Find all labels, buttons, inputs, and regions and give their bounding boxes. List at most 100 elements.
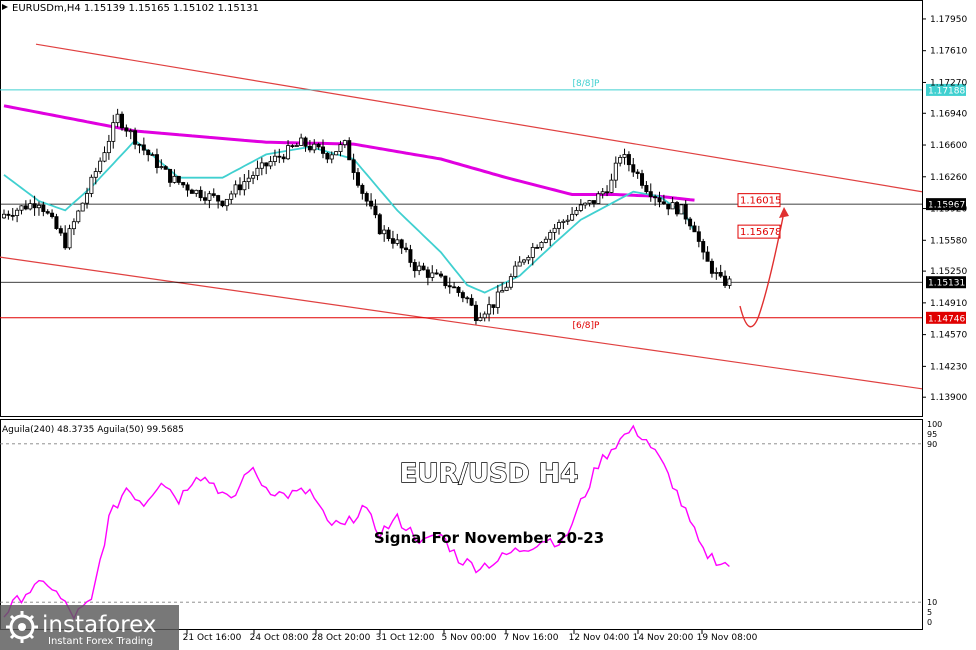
candle-body: [351, 159, 356, 173]
candle-body: [421, 265, 426, 271]
brand-tagline: Instant Forex Trading: [48, 636, 153, 647]
candle-body: [50, 212, 55, 218]
price-tick-label: 1.17950: [930, 15, 967, 25]
candle-body: [6, 213, 11, 216]
price-tick-label: 1.17610: [930, 47, 967, 57]
candle-body: [124, 127, 129, 132]
time-tick-label: 14 Nov 20:00: [633, 633, 694, 643]
candle-body: [2, 213, 7, 219]
overlay-subtitle: Signal For November 20-23: [374, 529, 604, 547]
candle-body: [674, 202, 679, 215]
candle-body: [106, 140, 111, 154]
murrey-levels: [8/8]P1.171881.159671.15131[6/8]P1.14746…: [0, 79, 966, 331]
candle-body: [246, 177, 251, 183]
price-tick-label: 1.14570: [930, 331, 967, 341]
candle-body: [63, 232, 68, 249]
candle-body: [115, 113, 120, 124]
candle-body: [692, 225, 697, 233]
candle-body: [329, 154, 334, 160]
price-tick-label: 1.13900: [930, 393, 967, 403]
candle-body: [67, 228, 72, 249]
candle-body: [452, 286, 457, 289]
candle-body: [469, 297, 474, 306]
candle-body: [220, 200, 225, 207]
candle-body: [723, 275, 728, 286]
candle-body: [570, 213, 575, 221]
candle-body: [386, 229, 391, 239]
overlay-title: EUR/USD H4: [400, 459, 579, 489]
trading-chart[interactable]: [8/8]P1.171881.159671.15131[6/8]P1.14746…: [0, 0, 976, 650]
candle-body: [242, 181, 247, 191]
candle-body: [539, 242, 544, 249]
candle-body: [198, 189, 203, 199]
price-tick-label: 1.16940: [930, 109, 967, 119]
candle-body: [32, 203, 37, 209]
candle-body: [194, 189, 199, 194]
candle-body: [591, 200, 596, 204]
candle-body: [133, 130, 138, 145]
candle-body: [303, 137, 308, 147]
indicator-tick-label: 100: [927, 420, 942, 429]
candle-body: [211, 193, 216, 196]
time-tick-label: 12 Nov 04:00: [569, 633, 630, 643]
candle-body: [159, 166, 164, 168]
candle-body: [224, 198, 229, 207]
candle-body: [600, 191, 605, 195]
candle-body: [491, 304, 496, 308]
candle-body: [176, 175, 181, 183]
indicator-pane-frame: [0, 419, 923, 630]
candle-body: [683, 204, 688, 220]
indicator-tick-label: 5: [927, 608, 932, 617]
candle-body: [434, 272, 439, 275]
candle-body: [45, 211, 50, 214]
price-tick-label: 1.15250: [930, 267, 967, 277]
candle-body: [150, 154, 155, 156]
candle-body: [23, 205, 28, 210]
candle-body: [264, 162, 269, 167]
time-tick-label: 5 Nov 00:00: [442, 633, 497, 643]
candle-body: [290, 145, 295, 147]
candle-body: [487, 304, 492, 315]
candle-body: [342, 140, 347, 146]
candle-body: [36, 204, 41, 209]
arrowhead-icon: [779, 207, 789, 218]
candle-body: [216, 195, 221, 202]
price-tick-label: 1.17270: [930, 78, 967, 88]
candle-body: [644, 185, 649, 193]
candle-body: [404, 247, 409, 250]
candle-body: [137, 143, 142, 146]
time-axis: 21 Oct 16:00 24 Oct 08:00 28 Oct 20:00 31 O…: [183, 630, 758, 643]
annotation-label: 1.16015: [740, 196, 781, 207]
candle-body: [666, 203, 671, 210]
candle-body: [172, 175, 177, 183]
time-tick-label: 31 Oct 12:00: [376, 633, 435, 643]
candle-body: [465, 297, 470, 300]
candle-body: [718, 272, 723, 277]
candle-body: [360, 184, 365, 194]
candle-body: [399, 239, 404, 249]
candle-body: [128, 130, 133, 133]
candle-body: [189, 189, 194, 194]
moving-averages: [3, 104, 696, 294]
time-tick-label: 24 Oct 08:00: [250, 633, 309, 643]
candle-body: [622, 154, 627, 158]
indicator-tick-label: 90: [927, 440, 937, 449]
candle-body: [229, 193, 234, 200]
candle-body: [141, 144, 146, 151]
candle-body: [369, 200, 374, 207]
level-label: [6/8]P: [573, 321, 601, 331]
candle-body: [299, 137, 304, 146]
time-tick-label: 7 Nov 16:00: [504, 633, 559, 643]
price-box-label: 1.15131: [928, 279, 965, 289]
candle-body: [574, 210, 579, 215]
candle-body: [609, 179, 614, 193]
price-tick-label: 1.14230: [930, 362, 967, 372]
candle-body: [408, 249, 413, 263]
candle-body: [460, 292, 465, 299]
candle-body: [294, 145, 299, 147]
candle-body: [508, 276, 513, 288]
candle-body: [338, 144, 343, 152]
candle-body: [316, 143, 321, 148]
candle-body: [251, 175, 256, 179]
candle-body: [443, 275, 448, 287]
